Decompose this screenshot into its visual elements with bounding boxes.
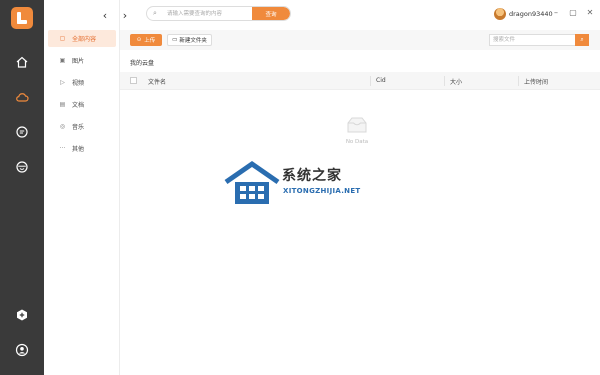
empty-text: No Data [345, 139, 369, 145]
file-search: ⌕ [489, 34, 589, 46]
category-panel: ▢ 全部内容 ▣ 图片 ▷ 视频 ▤ 文档 ◎ 音乐 ··· 其他 [44, 0, 120, 375]
home-icon [16, 56, 28, 68]
category-music[interactable]: ◎ 音乐 [48, 118, 116, 135]
document-icon: ▤ [59, 101, 66, 108]
nav-chat[interactable] [0, 118, 44, 146]
category-other[interactable]: ··· 其他 [48, 140, 116, 157]
user-icon [15, 343, 29, 357]
toolbar: ⊙ 上传 ▭ 新建文件夹 ⌕ [120, 30, 600, 50]
category-images[interactable]: ▣ 图片 [48, 52, 116, 69]
watermark-house-icon [224, 160, 280, 204]
watermark-title: 系统之家 [282, 168, 342, 184]
more-icon: ··· [59, 145, 66, 152]
all-files-icon: ▢ [59, 35, 66, 42]
minimize-button[interactable]: – [550, 8, 562, 17]
new-folder-button[interactable]: ▭ 新建文件夹 [167, 34, 212, 46]
new-folder-label: 新建文件夹 [179, 38, 207, 44]
table-header: 文件名 Cid 大小 上传时间 [120, 72, 600, 90]
smile-icon [16, 161, 28, 173]
maximize-button[interactable]: ▢ [567, 8, 579, 17]
category-label: 视频 [72, 80, 85, 87]
column-upload-time[interactable]: 上传时间 [524, 77, 548, 86]
category-label: 音乐 [72, 124, 85, 131]
nav-cloud[interactable] [0, 83, 44, 111]
empty-state: No Data [332, 115, 382, 145]
search-button-label: 查询 [265, 11, 277, 18]
category-label: 其他 [72, 146, 85, 153]
nav-home[interactable] [0, 48, 44, 76]
user-menu[interactable]: dragon93440 [494, 8, 553, 20]
folder-icon: ▭ [172, 37, 178, 43]
nav-smile[interactable] [0, 153, 44, 181]
breadcrumb[interactable]: 我的云盘 [130, 58, 154, 67]
forward-button[interactable]: › [118, 8, 132, 22]
category-video[interactable]: ▷ 视频 [48, 74, 116, 91]
select-all-checkbox[interactable] [130, 77, 137, 84]
column-divider [518, 76, 519, 86]
upload-icon: ⊙ [136, 37, 142, 43]
file-search-button[interactable]: ⌕ [575, 34, 589, 46]
back-button[interactable]: ‹ [98, 8, 112, 22]
column-cid[interactable]: Cid [376, 77, 386, 84]
column-divider [370, 76, 371, 86]
category-label: 全部内容 [72, 36, 97, 43]
upload-button[interactable]: ⊙ 上传 [130, 34, 162, 46]
nav-user[interactable] [0, 336, 44, 364]
chat-icon [16, 126, 28, 138]
top-bar: ‹ › ⌕ 查询 dragon93440 – ▢ ✕ [103, 0, 600, 30]
empty-box-icon [347, 117, 367, 133]
image-icon: ▣ [59, 57, 66, 64]
watermark-url: XITONGZHIJIA.NET [283, 187, 361, 195]
nav-add[interactable] [0, 301, 44, 329]
column-divider [444, 76, 445, 86]
search-icon: ⌕ [580, 36, 584, 43]
close-button[interactable]: ✕ [584, 8, 596, 17]
sidebar [0, 0, 44, 375]
search-input[interactable] [167, 7, 251, 20]
file-search-input[interactable] [493, 35, 573, 45]
category-all[interactable]: ▢ 全部内容 [48, 30, 116, 47]
app-logo [11, 7, 33, 29]
global-search: ⌕ 查询 [146, 6, 291, 21]
video-icon: ▷ [60, 79, 65, 86]
search-button[interactable]: 查询 [252, 7, 290, 20]
category-docs[interactable]: ▤ 文档 [48, 96, 116, 113]
plus-icon [17, 309, 27, 321]
upload-label: 上传 [144, 38, 156, 44]
watermark: 系统之家 XITONGZHIJIA.NET [222, 155, 372, 215]
category-label: 图片 [72, 58, 85, 65]
username: dragon93440 [509, 10, 553, 18]
avatar [494, 8, 506, 20]
music-icon: ◎ [59, 123, 66, 130]
column-filename[interactable]: 文件名 [148, 77, 166, 86]
category-label: 文档 [72, 102, 85, 109]
column-size[interactable]: 大小 [450, 77, 462, 86]
cloud-icon [16, 93, 29, 102]
search-icon: ⌕ [153, 9, 157, 17]
